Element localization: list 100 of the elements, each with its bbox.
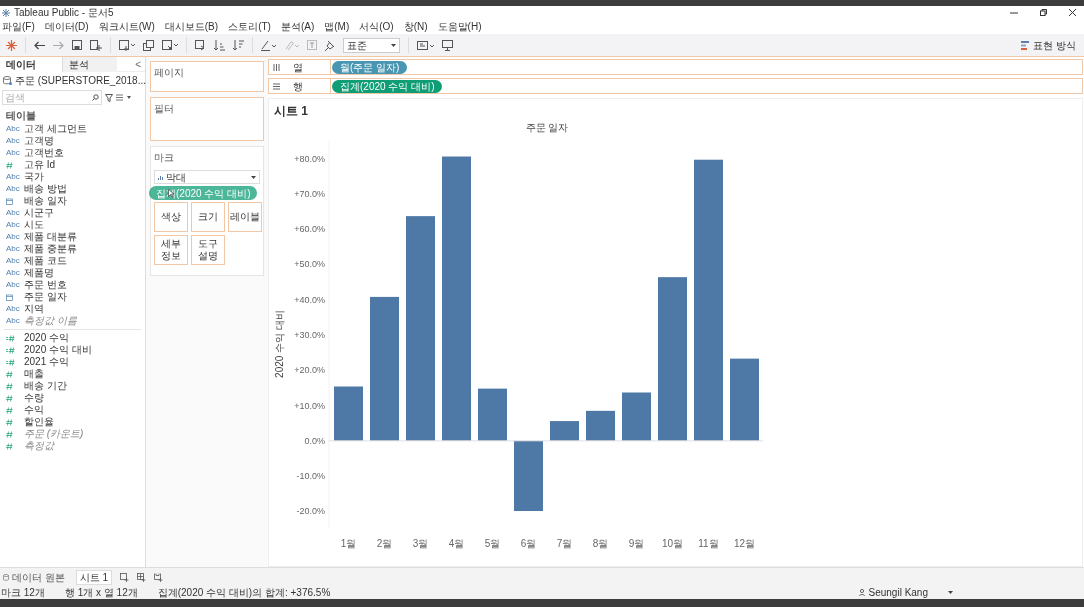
field-item[interactable]: 측정값 [24,440,54,452]
search-field[interactable]: 검색 [2,90,102,105]
sort-ascending-icon[interactable] [214,39,225,51]
collapse-button[interactable]: < [135,56,141,72]
new-dashboard-icon[interactable] [137,572,147,582]
back-arrow-icon[interactable] [34,40,45,50]
axis-title: 주문 일자 [525,122,569,133]
show-me-button[interactable]: 표현 방식 [1021,37,1078,53]
caret-icon [251,175,256,179]
minimize-icon[interactable] [1010,9,1018,16]
new-sheet-icon[interactable] [119,39,135,51]
window-title: Tableau Public - 문서5 [14,6,114,20]
mark-property-button[interactable]: 크기 [191,202,225,232]
restore-icon[interactable] [1040,9,1047,16]
section-heading: 테이블 [5,109,37,123]
field-item[interactable]: 배송 방법 [24,183,67,195]
category-label: 1월 [340,538,357,549]
field-item[interactable]: 할인율 [24,416,54,428]
string-type-icon: Abc [6,315,22,327]
bar-chart-icon [1021,40,1030,50]
field-item[interactable]: 2020 수익 [24,332,70,344]
list-view-icon[interactable] [116,94,132,101]
bar-chart-icon [158,174,164,180]
field-item[interactable]: 제품 코드 [24,255,67,267]
mouse-cursor-icon [168,189,174,198]
axis-title: 2020 수익 대비 [274,310,285,378]
menu-item[interactable]: 창(N) [403,19,428,34]
field-item[interactable]: 고유 Id [24,159,56,171]
sheet-tab[interactable]: 시트 1 [75,569,113,585]
fit-dropdown[interactable]: 표준 [343,37,400,53]
paperclip-icon[interactable] [284,39,299,51]
filter-icon[interactable] [105,93,113,102]
menu-item[interactable]: 워크시트(W) [98,19,155,34]
field-item[interactable]: 측정값 이름 [24,315,77,327]
status-text: 집계(2020 수익 대비)의 합계: +376.5% [157,586,331,600]
field-item[interactable]: 주문 (카운트) [24,428,84,440]
bar [550,421,579,441]
mark-property-button[interactable]: 세부 정보 [154,235,188,265]
string-type-icon: Abc [6,135,22,147]
field-item[interactable]: 지역 [24,303,44,315]
field-item[interactable]: 제품명 [24,267,54,279]
field-item[interactable]: 수량 [24,392,44,404]
field-item[interactable]: 2021 수익 [24,356,70,368]
new-datasource-icon[interactable] [90,39,102,51]
menu-item[interactable]: 맵(M) [324,19,350,34]
menu-item[interactable]: 대시보드(B) [164,19,219,34]
field-item[interactable]: 고객명 [24,135,54,147]
menu-item[interactable]: 스토리(T) [228,19,271,34]
field-item[interactable]: 주문 번호 [24,279,67,291]
string-type-icon: Abc [6,303,22,315]
bar [514,440,543,511]
tick-label: +50.0% [294,259,325,270]
mark-property-button[interactable]: 색상 [154,202,188,232]
field-item[interactable]: 고객 세그먼트 [24,123,87,135]
field-item[interactable]: 제품 대분류 [24,231,77,243]
mark-type-dropdown[interactable]: 막대 [154,170,260,184]
pen-icon[interactable] [261,39,276,51]
swap-icon[interactable] [195,39,206,51]
field-item[interactable]: 배송 일자 [24,195,67,207]
sort-descending-icon[interactable] [233,39,244,51]
field-item[interactable]: 시도 [24,219,44,231]
close-icon[interactable] [1069,9,1076,16]
field-item[interactable]: 주문 일자 [24,291,67,303]
user-menu[interactable]: Seungil Kang [858,585,953,600]
new-worksheet-icon[interactable] [120,572,130,582]
field-item[interactable]: 국가 [24,171,44,183]
category-label: 6월 [520,538,537,549]
tick-label: -10.0% [296,471,325,482]
menu-item[interactable]: 데이터(D) [44,19,89,34]
bar [622,392,651,441]
tick-label: +10.0% [294,400,325,411]
field-item[interactable]: 배송 기간 [24,380,67,392]
mark-property-button[interactable]: 레이블 [228,202,262,232]
field-item[interactable]: 제품 중분류 [24,243,77,255]
string-type-icon: Abc [6,183,22,195]
mark-property-button[interactable]: 도구 설명 [191,235,225,265]
clear-sheet-icon[interactable] [162,39,178,51]
tick-label: +70.0% [294,188,325,199]
field-item[interactable]: 수익 [24,404,44,416]
data-source-name[interactable]: 주문 (SUPERSTORE_2018... [15,72,146,88]
menu-item[interactable]: 파일(F) [2,19,35,34]
string-type-icon: Abc [6,207,22,219]
sheet-tab[interactable]: 데이터 원본 [0,569,68,585]
menu-item[interactable]: 분석(A) [280,19,315,34]
menu-item[interactable]: 서식(O) [359,19,394,34]
presentation-icon[interactable] [442,39,453,51]
string-type-icon: Abc [6,123,22,135]
field-item[interactable]: 시군구 [24,207,54,219]
field-item[interactable]: 매출 [24,368,44,380]
save-icon[interactable] [72,40,82,50]
string-type-icon: Abc [6,147,22,159]
app-logo-icon[interactable] [6,39,17,51]
menu-item[interactable]: 도움말(H) [437,19,482,34]
view-cards-icon[interactable] [417,39,434,51]
field-item[interactable]: 고객번호 [24,147,64,159]
field-item[interactable]: 2020 수익 대비 [24,344,92,356]
calculated-number-icon [6,346,15,354]
duplicate-icon[interactable] [143,39,154,51]
pin-icon[interactable] [325,39,335,51]
new-story-icon[interactable] [154,572,164,582]
